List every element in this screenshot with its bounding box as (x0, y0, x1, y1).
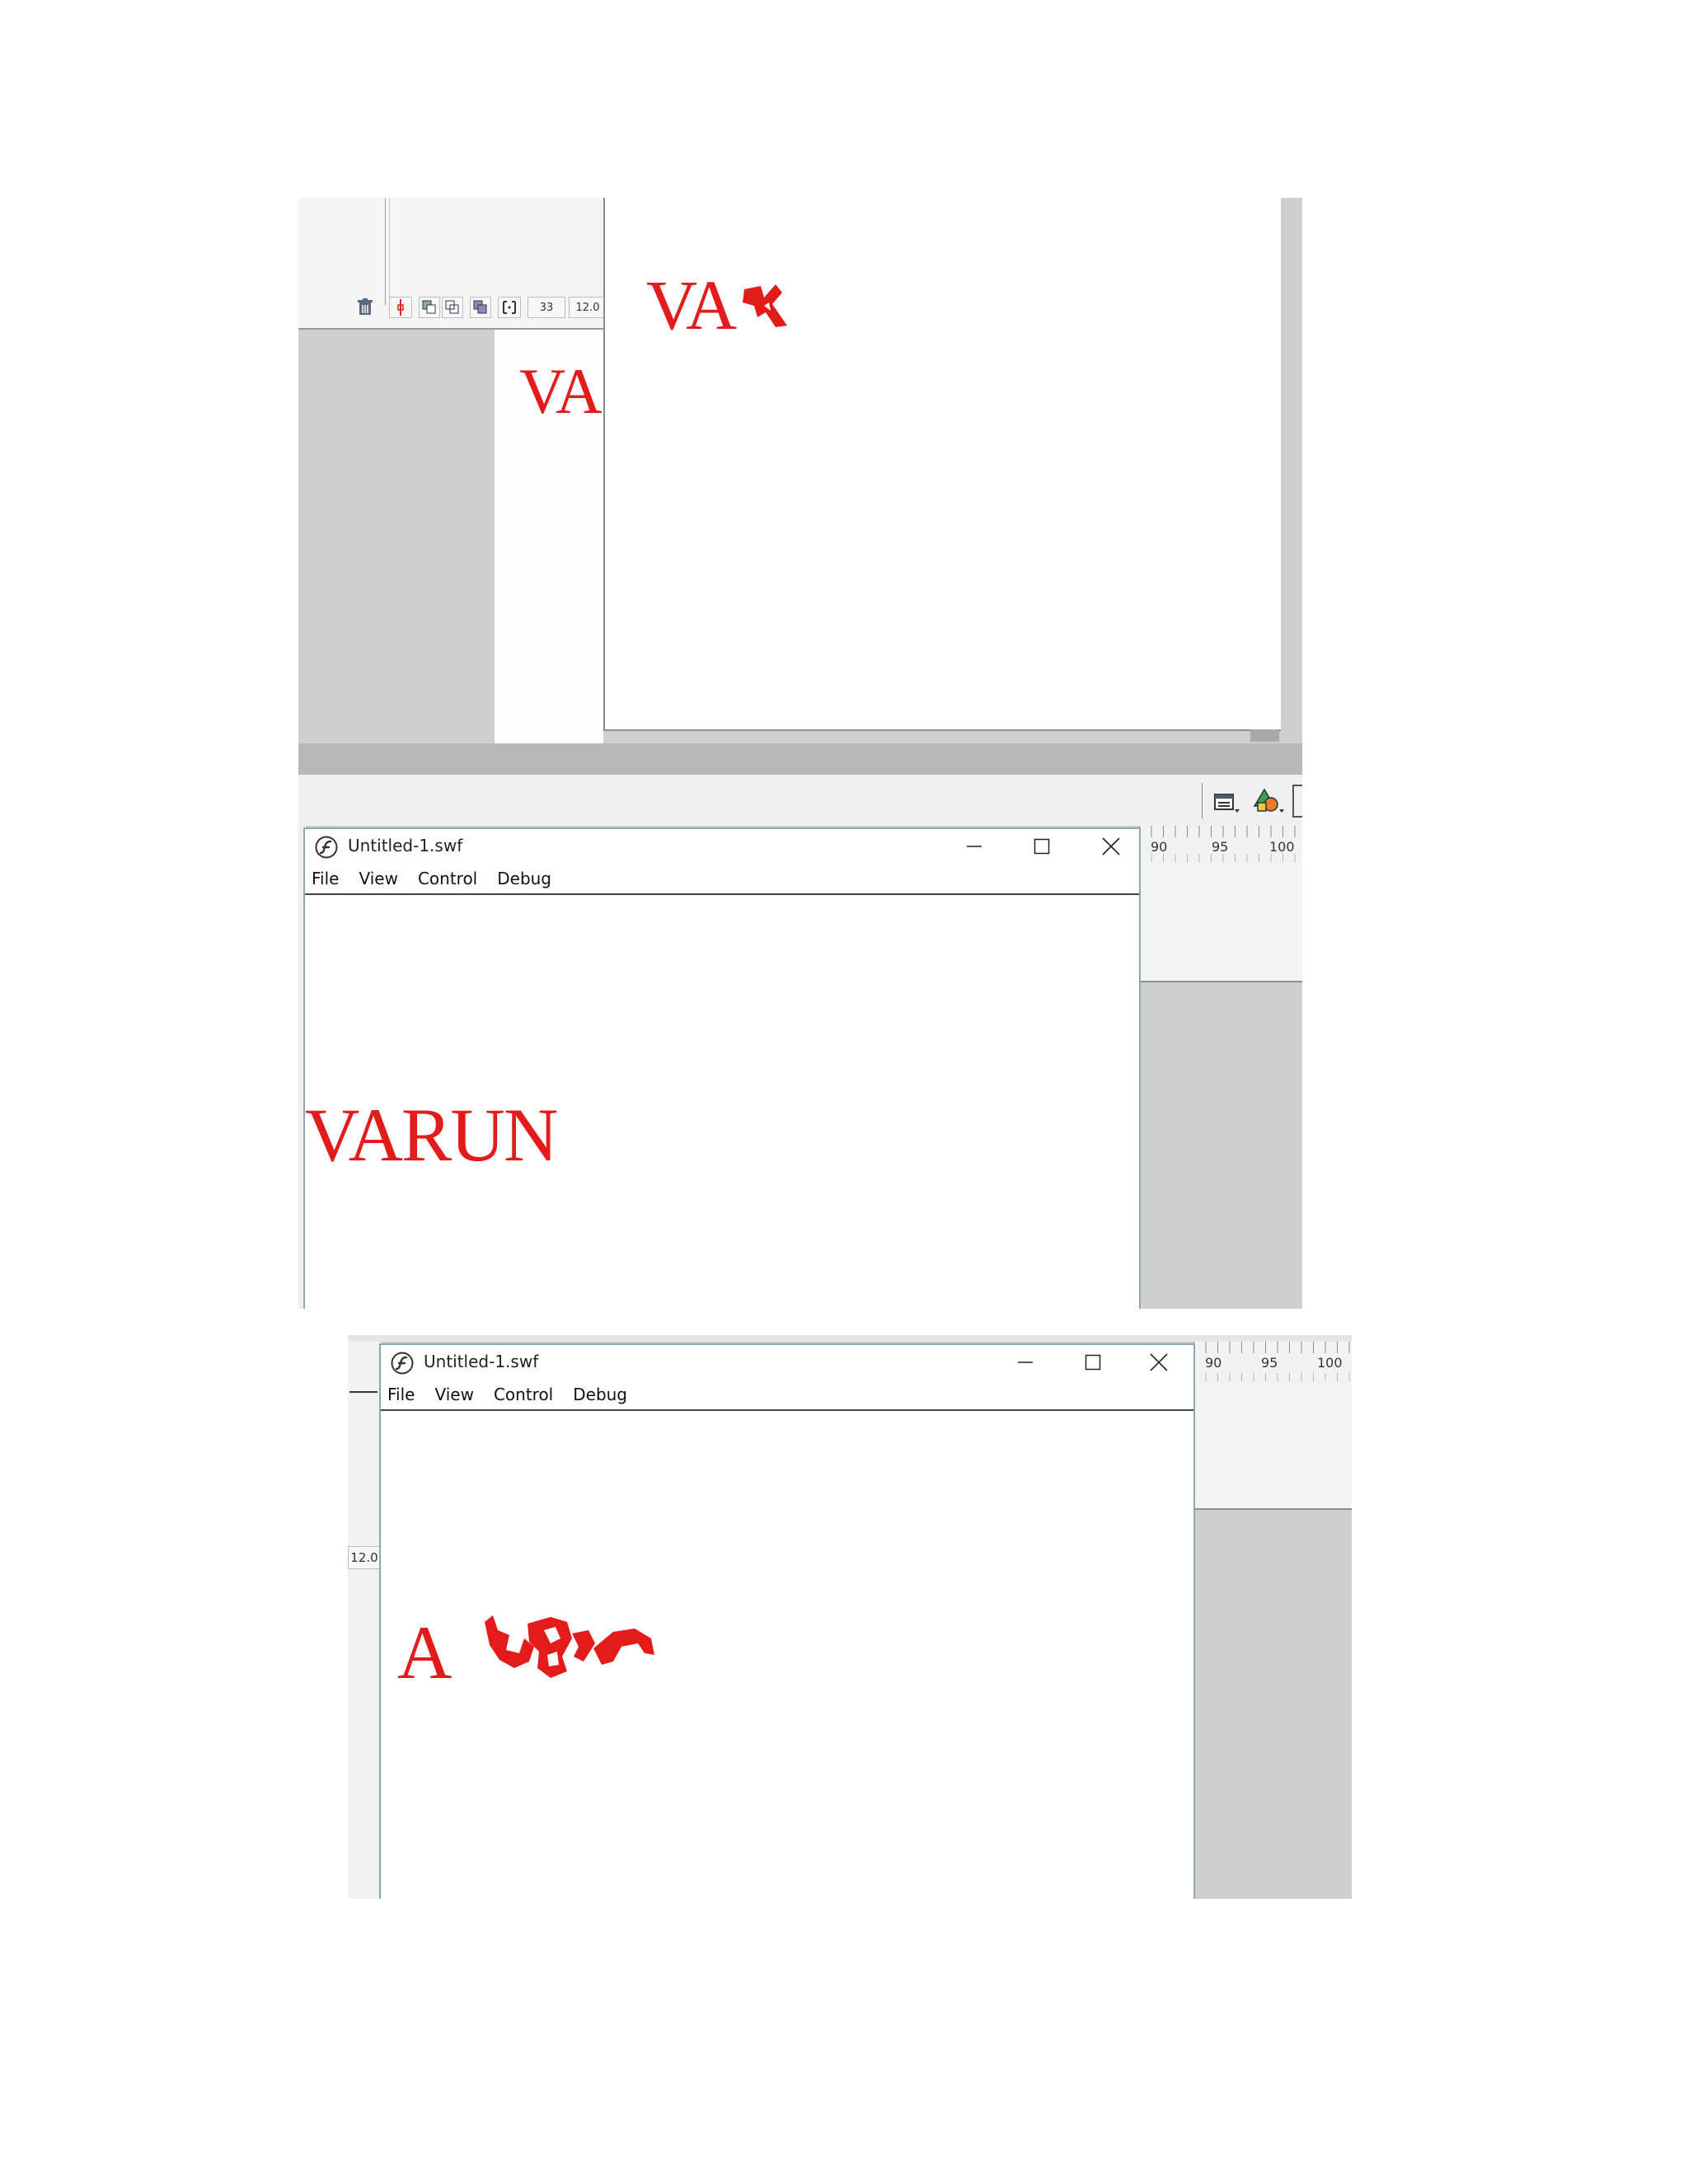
trash-icon[interactable] (354, 297, 376, 318)
pasteboard-area (298, 330, 495, 775)
movie-text: A (397, 1610, 452, 1694)
flash-player-window: Untitled-1.swf File View Control Debug A (379, 1343, 1195, 1899)
close-button[interactable] (1136, 1348, 1182, 1376)
stage-shadow (1250, 729, 1279, 742)
maximize-button[interactable] (1019, 832, 1065, 860)
horizontal-scrollbar[interactable] (298, 743, 1302, 775)
timeline-ruler: 90 95 100 (1139, 826, 1302, 866)
timeline-frames-panel (1193, 1385, 1352, 1510)
timeline-ruler: 90 95 100 (1193, 1342, 1352, 1385)
timeline-left-edge: 12.0 (348, 1342, 381, 1899)
ruler-label-90: 90 (1205, 1355, 1222, 1371)
movie-text: VARUN (305, 1093, 558, 1177)
frame-rate-field[interactable]: 12.0 (569, 297, 607, 318)
window-titlebar: Untitled-1.swf (381, 1345, 1193, 1380)
ide-top-edge (348, 1335, 1352, 1342)
center-frame-icon[interactable] (389, 297, 412, 318)
edit-scene-icon[interactable] (1212, 786, 1241, 820)
menu-file[interactable]: File (387, 1385, 415, 1404)
ruler-ticks (1193, 1373, 1352, 1381)
movie-canvas: VARUN (305, 895, 1139, 1309)
window-menubar: File View Control Debug (305, 864, 1139, 895)
timeline-divider (389, 198, 390, 305)
minimize-icon (1018, 1361, 1033, 1363)
ruler-label-100: 100 (1317, 1355, 1343, 1371)
flash-player-screenshot-3: 12.0 90 95 100 Untitled-1.swf File View … (348, 1335, 1352, 1899)
menu-control[interactable]: Control (418, 869, 477, 888)
morphing-letter-shape (742, 284, 787, 327)
menu-control[interactable]: Control (494, 1385, 553, 1404)
ruler-label-100: 100 (1269, 839, 1295, 855)
flash-logo-icon (391, 1352, 414, 1375)
window-title: Untitled-1.swf (424, 1352, 539, 1371)
window-menubar: File View Control Debug (381, 1380, 1193, 1411)
onion-skin-outlines-icon[interactable] (442, 297, 463, 318)
menu-debug[interactable]: Debug (573, 1385, 627, 1404)
ruler-label-95: 95 (1261, 1355, 1278, 1371)
stage-background: VA (495, 330, 603, 775)
ruler-ticks (1139, 826, 1302, 837)
menu-debug[interactable]: Debug (497, 869, 551, 888)
close-button[interactable] (1088, 832, 1134, 860)
modify-onion-markers-icon[interactable] (498, 297, 521, 318)
stage-text-behind: VA (519, 355, 603, 427)
maximize-icon (1085, 1354, 1101, 1371)
stage-animated-text: VA (646, 264, 789, 346)
edit-multiple-frames-icon[interactable] (470, 297, 491, 318)
menu-view[interactable]: View (359, 869, 397, 888)
zoom-field-fragment[interactable] (1292, 785, 1302, 818)
ruler-label-90: 90 (1151, 839, 1168, 855)
window-titlebar: Untitled-1.swf (305, 829, 1139, 864)
timeline-toolbar: 33 12.0 (298, 198, 607, 330)
maximize-button[interactable] (1070, 1348, 1116, 1376)
flash-ide-stage-screenshot: 33 12.0 VA VA (298, 198, 1302, 775)
ruler-ticks (1193, 1342, 1352, 1353)
morphing-letter-shapes (485, 1615, 654, 1678)
movie-canvas: A (381, 1411, 1193, 1899)
timeline-frames-panel (1139, 865, 1302, 982)
window-title: Untitled-1.swf (348, 836, 463, 855)
timeline-divider (385, 198, 386, 305)
edit-symbols-icon[interactable] (1253, 786, 1286, 820)
close-icon (1102, 837, 1120, 855)
maximize-icon (1034, 838, 1050, 855)
flash-logo-icon (315, 836, 338, 859)
stage-text-letters: VA (646, 265, 733, 344)
menu-view[interactable]: View (434, 1385, 473, 1404)
ruler-ticks (1139, 854, 1302, 862)
current-frame-field: 33 (528, 297, 565, 318)
flash-player-screenshot-2: 90 95 100 Untitled-1.swf File View Contr… (298, 775, 1302, 1309)
close-icon (1150, 1353, 1168, 1371)
menu-file[interactable]: File (312, 869, 339, 888)
playhead-arrow (349, 1391, 377, 1393)
minimize-button[interactable] (1002, 1348, 1048, 1376)
ide-edit-bar (298, 775, 1302, 826)
toolbar-separator (1202, 783, 1203, 819)
minimize-icon (967, 846, 982, 847)
stage-window: VA (603, 198, 1281, 731)
frame-rate-field[interactable]: 12.0 (348, 1546, 381, 1569)
ruler-label-95: 95 (1212, 839, 1229, 855)
minimize-button[interactable] (951, 832, 997, 860)
flash-player-window: Untitled-1.swf File View Control Debug V… (303, 827, 1141, 1309)
onion-skin-icon[interactable] (419, 297, 440, 318)
